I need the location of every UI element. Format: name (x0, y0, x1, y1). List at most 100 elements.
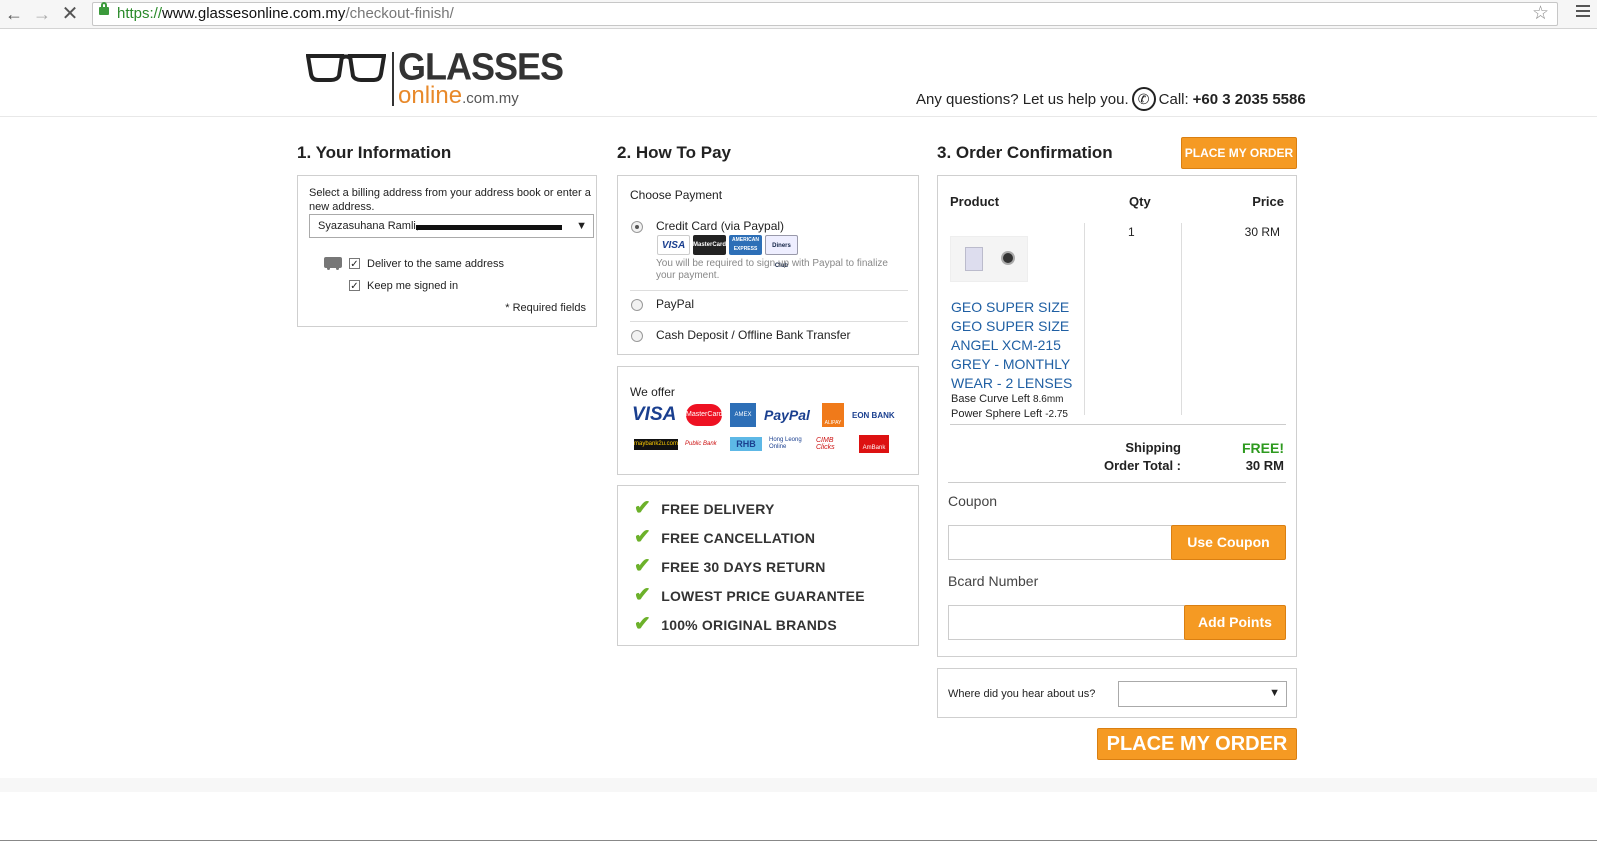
bcard-input[interactable] (948, 605, 1185, 640)
place-order-button-bottom[interactable]: PLACE MY ORDER (1097, 728, 1297, 760)
shipping-label: Shipping (1125, 440, 1181, 455)
green-check-icon: ✔ (634, 555, 651, 577)
footer-line (0, 840, 1597, 841)
payment-logos-row2: maybank2u.com Public Bank RHB Hong Leong… (634, 435, 889, 453)
bcard-label: Bcard Number (948, 573, 1039, 589)
deliver-same-label: Deliver to the same address (367, 258, 504, 270)
order-panel: Product Qty Price GEO SUPER SIZE GEO SUP… (937, 175, 1297, 657)
deliver-same-checkbox[interactable]: ✓ (349, 258, 360, 270)
logo-divider (392, 52, 394, 106)
help-text: Any questions? Let us help you. (916, 90, 1129, 108)
order-total-value: 30 RM (1245, 458, 1284, 473)
url-text: https://www.glassesonline.com.my/checkou… (117, 5, 454, 22)
alipay-logo: ALIPAY (822, 403, 844, 427)
logo-subtitle: online.com.my (398, 82, 519, 109)
truck-icon (324, 257, 342, 270)
browser-menu-icon[interactable] (1576, 5, 1590, 20)
header-divider (0, 116, 1597, 117)
feature-item: ✔ LOWEST PRICE GUARANTEE (634, 584, 865, 606)
hear-about-label: Where did you hear about us? (948, 688, 1096, 700)
feature-item: ✔ 100% ORIGINAL BRANDS (634, 613, 837, 635)
divider (948, 482, 1286, 483)
cimb-clicks-logo: CIMB Clicks (816, 437, 835, 451)
browser-toolbar: ← → ✕ https://www.glassesonline.com.my/c… (0, 0, 1597, 29)
phone-number[interactable]: +60 3 2035 5586 (1193, 91, 1306, 108)
public-bank-logo: Public Bank (685, 441, 717, 447)
hear-about-panel: Where did you hear about us? ▼ (937, 668, 1297, 718)
col-qty: Qty (1129, 194, 1151, 209)
forward-icon[interactable]: → (32, 4, 52, 24)
info-panel: Select a billing address from your addre… (297, 175, 597, 327)
col-product: Product (950, 194, 1000, 209)
back-icon[interactable]: ← (4, 4, 24, 24)
lens-box-image (965, 247, 983, 271)
green-check-icon: ✔ (634, 497, 651, 519)
glasses-logo-icon (306, 54, 386, 82)
visa-logo: VISA (632, 404, 677, 425)
mastercard-logo: MasterCard (686, 404, 723, 426)
hear-about-select[interactable]: ▼ (1118, 681, 1287, 707)
radio-credit-card[interactable] (631, 221, 643, 233)
feature-item: ✔ FREE 30 DAYS RETURN (634, 555, 826, 577)
phone-icon: ✆ (1131, 87, 1156, 111)
col-price: Price (1252, 194, 1284, 209)
maybank-logo: maybank2u.com (634, 438, 678, 450)
table-divider (1084, 223, 1085, 415)
radio-cash-deposit[interactable] (631, 330, 643, 342)
price-value: 30 RM (1244, 225, 1280, 239)
info-heading: 1. Your Information (297, 143, 452, 162)
billing-address-select[interactable]: Syazasuhana Ramli, ▼ (309, 214, 594, 238)
order-heading: 3. Order Confirmation (937, 143, 1113, 162)
option-cash-deposit[interactable]: Cash Deposit / Offline Bank Transfer (656, 328, 851, 342)
radio-paypal[interactable] (631, 299, 643, 311)
add-points-button[interactable]: Add Points (1184, 605, 1286, 640)
payment-logos-row1: VISA MasterCard AMEX PayPal ALIPAY EON B… (632, 403, 900, 427)
divider (630, 321, 908, 322)
address-bar[interactable]: https://www.glassesonline.com.my/checkou… (92, 2, 1558, 26)
call-label: Call: (1158, 90, 1189, 108)
coupon-label: Coupon (948, 493, 998, 509)
shipping-value: FREE! (1242, 440, 1284, 456)
redacted-address (416, 225, 562, 230)
divider (630, 290, 908, 291)
feature-item: ✔ FREE CANCELLATION (634, 526, 816, 548)
green-check-icon: ✔ (634, 584, 651, 606)
we-offer-panel: We offer VISA MasterCard AMEX PayPal ALI… (617, 366, 919, 475)
hong-leong-logo: Hong Leong Online (769, 437, 802, 450)
base-curve: Base Curve Left 8.6mm (951, 393, 1064, 405)
features-panel: ✔ FREE DELIVERY ✔ FREE CANCELLATION ✔ FR… (617, 485, 919, 646)
help-line: Any questions? Let us help you. ✆ Call: … (916, 87, 1306, 111)
table-divider (1181, 223, 1182, 415)
place-order-button-top[interactable]: PLACE MY ORDER (1181, 137, 1297, 169)
option-paypal[interactable]: PayPal (656, 297, 694, 311)
bookmark-star-icon[interactable]: ☆ (1532, 2, 1549, 25)
option-credit-card[interactable]: Credit Card (via Paypal) (656, 219, 784, 233)
eon-bank-logo: EON BANK (852, 410, 895, 420)
cc-note: You will be required to sign up with Pay… (656, 258, 888, 281)
footer-band (0, 778, 1597, 792)
paypal-logo: PayPal (764, 407, 810, 423)
lock-icon (99, 2, 109, 15)
product-name-link[interactable]: GEO SUPER SIZE GEO SUPER SIZE ANGEL XCM-… (951, 298, 1076, 393)
lens-image (1001, 251, 1015, 265)
stop-loading-icon[interactable]: ✕ (60, 4, 80, 24)
ambank-logo: AmBank (859, 435, 889, 453)
mastercard-logo: MasterCard (693, 235, 726, 255)
billing-address-value: Syazasuhana Ramli, (318, 220, 419, 232)
green-check-icon: ✔ (634, 526, 651, 548)
we-offer-label: We offer (630, 385, 675, 399)
choose-payment-label: Choose Payment (630, 188, 723, 202)
payment-panel: Choose Payment Credit Card (via Paypal) … (617, 175, 919, 355)
use-coupon-button[interactable]: Use Coupon (1171, 525, 1286, 560)
qty-value: 1 (1128, 225, 1135, 239)
divider (950, 424, 1286, 425)
power-sphere: Power Sphere Left -2.75 (951, 408, 1068, 420)
coupon-input[interactable] (948, 525, 1172, 560)
keep-signed-checkbox[interactable]: ✓ (349, 280, 360, 292)
cc-card-logos: VISA MasterCard AMERICAN EXPRESS Diners … (657, 235, 798, 269)
product-thumbnail[interactable] (950, 236, 1028, 282)
amex-logo: AMEX (730, 403, 756, 427)
pay-heading: 2. How To Pay (617, 143, 731, 162)
chevron-down-icon: ▼ (1269, 687, 1280, 699)
keep-signed-label: Keep me signed in (367, 280, 459, 292)
